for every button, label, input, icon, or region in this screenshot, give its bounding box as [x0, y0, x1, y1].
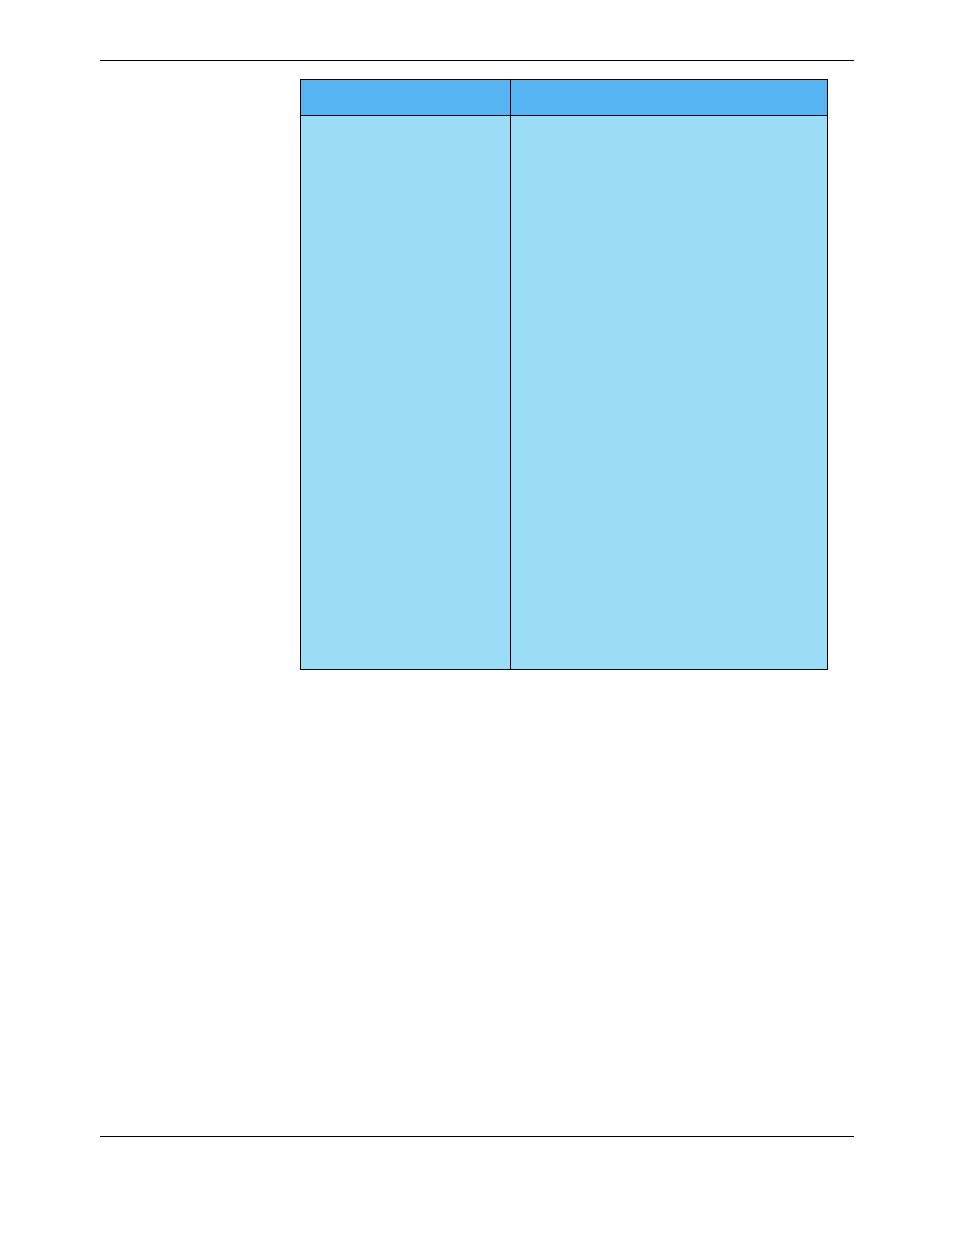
document-page	[0, 0, 954, 1235]
top-divider	[100, 60, 854, 61]
table-cell-1	[301, 116, 511, 670]
bottom-divider	[100, 1136, 854, 1137]
table-cell-2	[510, 116, 827, 670]
content-table	[300, 79, 828, 670]
table-header-cell-2	[510, 80, 827, 116]
table-row	[301, 116, 828, 670]
table-header-row	[301, 80, 828, 116]
table-header-cell-1	[301, 80, 511, 116]
